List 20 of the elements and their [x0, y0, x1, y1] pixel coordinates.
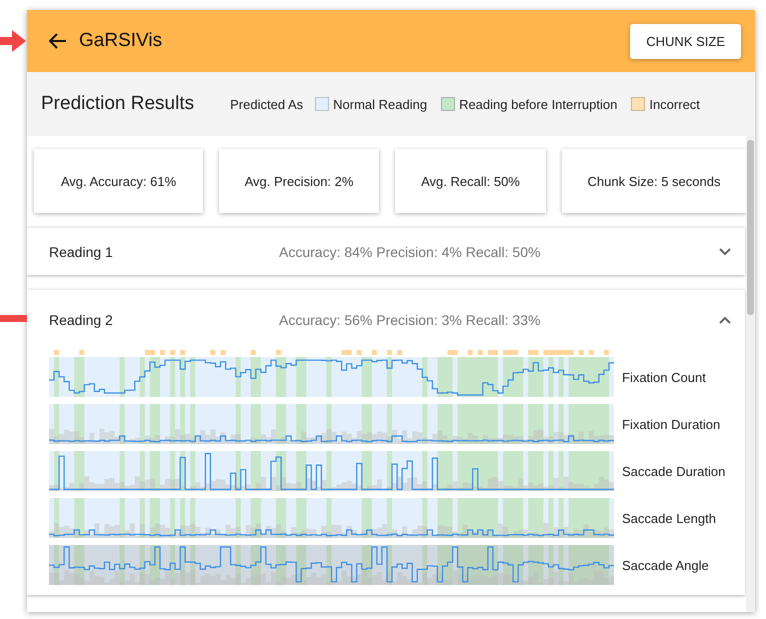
- feature-label: Saccade Duration: [622, 464, 726, 478]
- feature-label: Saccade Angle: [622, 558, 709, 572]
- legend-label: Predicted As: [230, 96, 304, 112]
- chunk-size-button[interactable]: CHUNK SIZE: [630, 24, 741, 58]
- reading-metrics: Accuracy: 56% Precision: 3% Recall: 33%: [279, 312, 542, 328]
- reading-metrics: Accuracy: 84% Precision: 4% Recall: 50%: [279, 244, 542, 260]
- stat-card: Chunk Size: 5 seconds: [562, 149, 746, 213]
- app-title: GaRSIVis: [79, 30, 164, 52]
- stat-card: Avg. Accuracy: 61%: [34, 149, 203, 213]
- feature-label: Saccade Length: [622, 510, 716, 526]
- legend-text: Normal Reading: [333, 96, 428, 112]
- reading-title: Reading 2: [49, 312, 114, 328]
- stat-card: Avg. Recall: 50%: [395, 149, 546, 213]
- page-title: Prediction Results: [41, 93, 194, 115]
- stat-card: Avg. Precision: 2%: [219, 149, 379, 213]
- feature-label: Fixation Count: [622, 370, 706, 384]
- feature-label: Fixation Duration: [622, 416, 720, 432]
- legend-text: Incorrect: [649, 96, 700, 112]
- reading-title: Reading 1: [49, 244, 114, 260]
- legend-text: Reading before Interruption: [459, 96, 618, 112]
